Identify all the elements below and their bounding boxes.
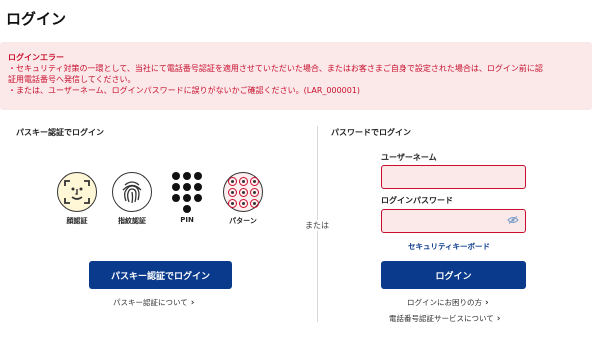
- chevron-right-icon: ›: [496, 314, 501, 324]
- username-input[interactable]: [381, 165, 526, 189]
- page-title: ログイン: [6, 10, 67, 28]
- phone-auth-service-link-text: 電話番号認証サービスについて: [389, 314, 494, 323]
- pin-auth-option: PIN: [162, 171, 212, 224]
- phone-auth-service-link[interactable]: 電話番号認証サービスについて ›: [389, 313, 501, 324]
- error-line-3: ・または、ユーザーネーム、ログインパスワードに誤りがないかご確認ください。(LA…: [8, 86, 361, 95]
- login-button[interactable]: ログイン: [381, 261, 526, 289]
- or-separator: または: [303, 220, 331, 231]
- passkey-login-button[interactable]: パスキー認証でログイン: [89, 261, 232, 289]
- error-message-box: ログインエラー ・セキュリティ対策の一環として、当社にて電話番号認証を適用させて…: [0, 42, 592, 110]
- pattern-auth-label: パターン: [229, 217, 257, 225]
- pin-dots-icon: [167, 171, 207, 213]
- pattern-icon: [223, 172, 263, 212]
- error-line-2: 証用電話番号へ発信してください。: [8, 75, 136, 84]
- login-help-link-text: ログインにお困りの方: [407, 298, 482, 307]
- username-label: ユーザーネーム: [381, 153, 437, 162]
- error-line-1: ・セキュリティ対策の一環として、当社にて電話番号認証を適用させていただいた場合、…: [8, 64, 543, 73]
- chevron-right-icon: ›: [190, 298, 195, 308]
- chevron-right-icon: ›: [485, 298, 489, 308]
- security-keyboard-link[interactable]: セキュリティキーボード: [408, 241, 490, 252]
- password-input[interactable]: [381, 209, 526, 233]
- show-password-icon[interactable]: [507, 216, 519, 224]
- passkey-about-link-text: パスキー認証について: [113, 298, 188, 307]
- passkey-about-link[interactable]: パスキー認証について ›: [113, 297, 195, 308]
- fingerprint-icon: [112, 172, 152, 212]
- face-auth-label: 顔認証: [66, 217, 88, 225]
- pin-auth-label: PIN: [180, 216, 194, 224]
- pattern-auth-option: パターン: [218, 172, 268, 226]
- face-icon: [57, 172, 97, 212]
- fingerprint-auth-option: 指紋認証: [107, 172, 157, 226]
- passkey-section-title: パスキー認証でログイン: [16, 128, 104, 137]
- error-title: ログインエラー: [8, 53, 64, 62]
- password-label: ログインパスワード: [381, 196, 453, 205]
- face-auth-option: 顔認証: [52, 172, 102, 226]
- fingerprint-auth-label: 指紋認証: [118, 217, 146, 225]
- password-section-title: パスワードでログイン: [331, 128, 411, 137]
- login-help-link[interactable]: ログインにお困りの方 ›: [407, 297, 489, 308]
